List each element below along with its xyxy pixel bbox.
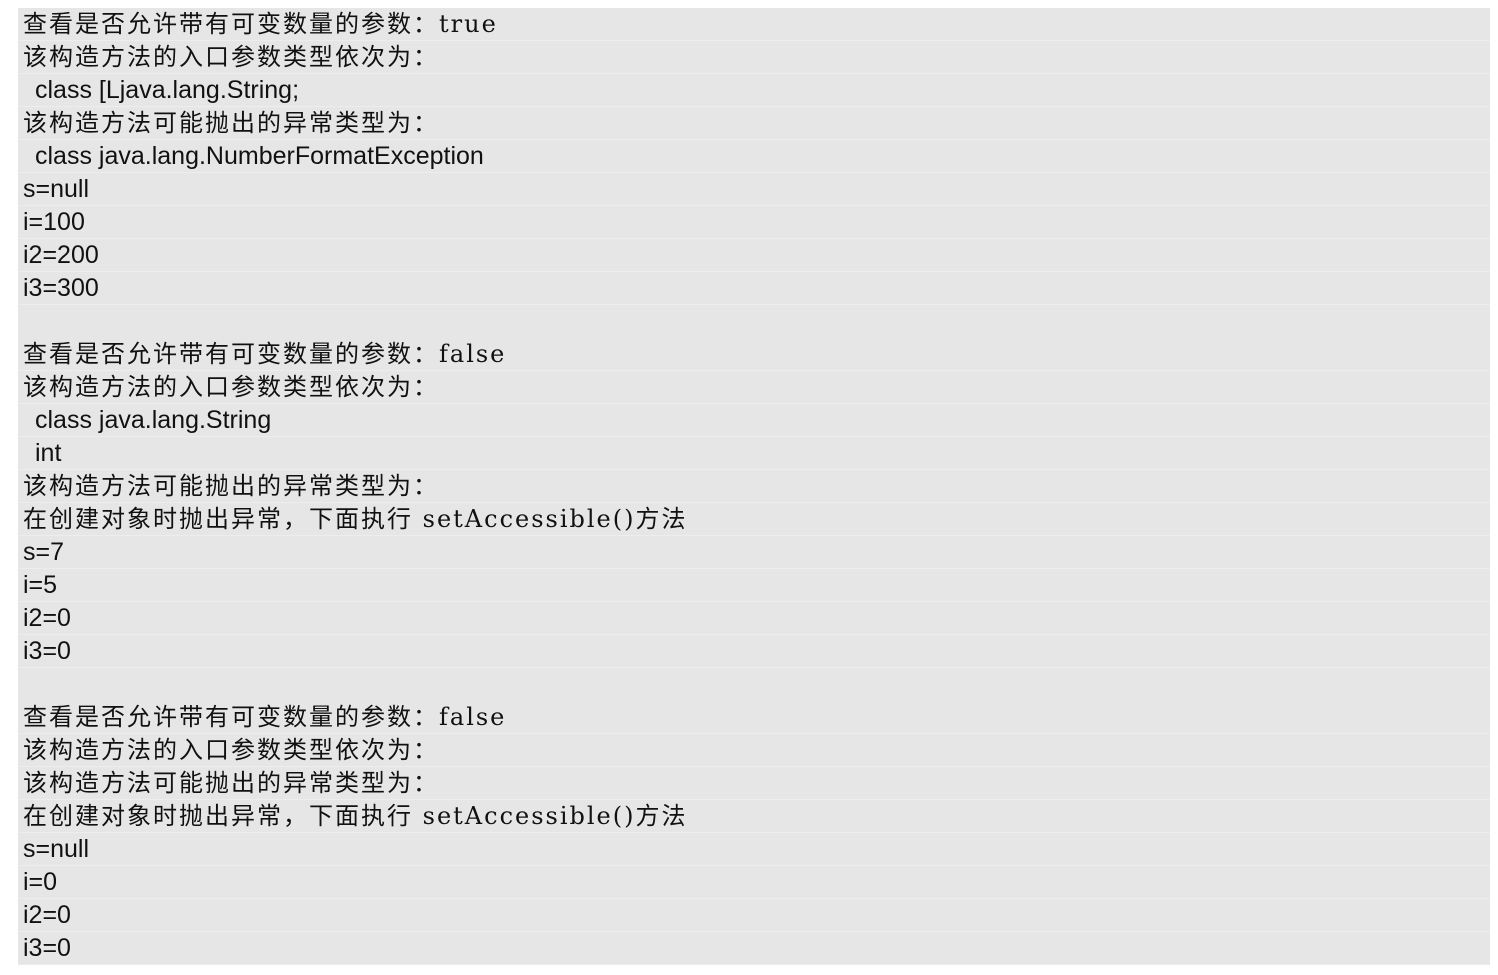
console-line: 在创建对象时抛出异常，下面执行 setAccessible()方法 (18, 800, 1490, 833)
console-line: 在创建对象时抛出异常，下面执行 setAccessible()方法 (18, 503, 1490, 536)
console-line: i2=0 (18, 602, 1490, 635)
console-line: 该构造方法的入口参数类型依次为： (18, 41, 1490, 74)
console-line: i3=0 (18, 635, 1490, 668)
console-line: i2=0 (18, 899, 1490, 932)
console-line: i=100 (18, 206, 1490, 239)
console-line: s=null (18, 833, 1490, 866)
console-line: 查看是否允许带有可变数量的参数：false (18, 701, 1490, 734)
console-line: i=0 (18, 866, 1490, 899)
console-line: 该构造方法可能抛出的异常类型为： (18, 470, 1490, 503)
console-line: i2=200 (18, 239, 1490, 272)
console-line: i=5 (18, 569, 1490, 602)
console-line: class [Ljava.lang.String; (18, 74, 1490, 107)
console-line: 该构造方法可能抛出的异常类型为： (18, 767, 1490, 800)
console-line: i3=0 (18, 932, 1490, 965)
console-line: 该构造方法可能抛出的异常类型为： (18, 107, 1490, 140)
console-line: int (18, 437, 1490, 470)
console-line: 查看是否允许带有可变数量的参数：false (18, 338, 1490, 371)
console-line: class java.lang.NumberFormatException (18, 140, 1490, 173)
console-line: 查看是否允许带有可变数量的参数：true (18, 8, 1490, 41)
console-line: i3=300 (18, 272, 1490, 305)
console-line: s=null (18, 173, 1490, 206)
console-line: 该构造方法的入口参数类型依次为： (18, 734, 1490, 767)
console-output: 查看是否允许带有可变数量的参数：true 该构造方法的入口参数类型依次为： cl… (18, 8, 1490, 965)
console-line: s=7 (18, 536, 1490, 569)
console-line: class java.lang.String (18, 404, 1490, 437)
console-line: 该构造方法的入口参数类型依次为： (18, 371, 1490, 404)
